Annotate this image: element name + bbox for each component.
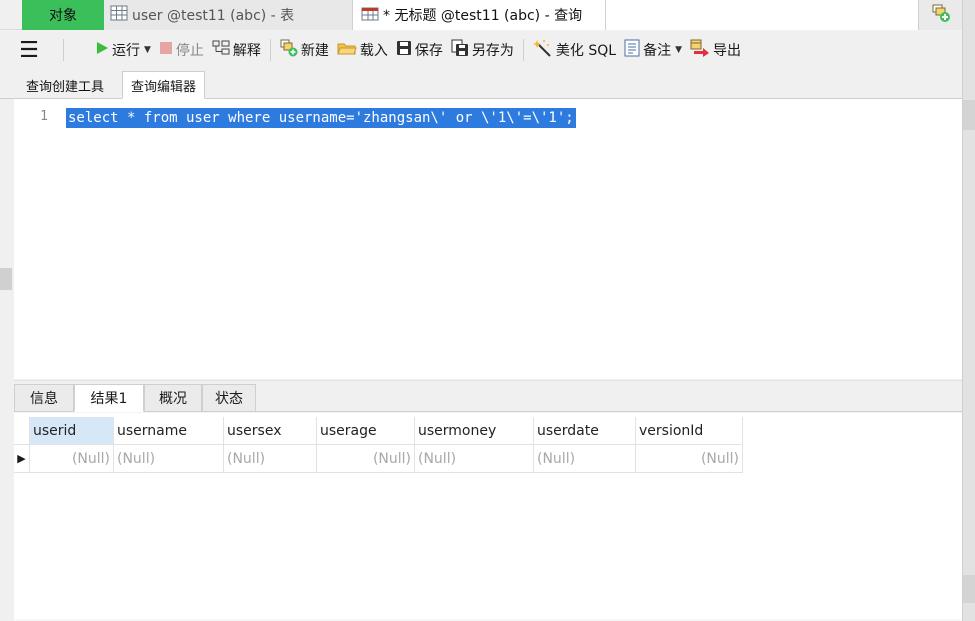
column-header-usermoney[interactable]: usermoney <box>415 417 534 445</box>
comment-button[interactable]: 备注 ▼ <box>620 35 686 65</box>
tab-info[interactable]: 信息 <box>14 384 74 412</box>
cell-username[interactable]: (Null) <box>114 445 224 473</box>
grid-header-row: userid username usersex userage usermone… <box>14 417 743 445</box>
cell-userid[interactable]: (Null) <box>30 445 114 473</box>
sql-code-line-selected[interactable]: select * from user where username='zhang… <box>66 108 576 128</box>
sql-editor[interactable]: 1 select * from user where username='zha… <box>14 99 962 379</box>
save-as-button[interactable]: 另存为 <box>447 35 518 65</box>
column-header-userid[interactable]: userid <box>30 417 114 445</box>
explain-tree-icon <box>212 40 230 60</box>
export-button[interactable]: 导出 <box>686 35 745 65</box>
tab-bar-empty-space <box>606 0 918 30</box>
new-query-tab-button[interactable] <box>918 0 962 30</box>
run-button[interactable]: 运行 ▼ <box>91 35 155 65</box>
new-query-button[interactable]: 新建 <box>276 35 333 65</box>
tab-result1-label: 结果1 <box>90 391 128 407</box>
save-disk-icon <box>396 40 412 60</box>
run-label: 运行 <box>112 43 140 59</box>
stop-label: 停止 <box>175 43 204 59</box>
hamburger-menu-button[interactable]: ☰ <box>0 35 58 65</box>
tab-query-builder-label: 查询创建工具 <box>26 79 105 95</box>
column-header-userdate[interactable]: userdate <box>534 417 636 445</box>
cell-usermoney[interactable]: (Null) <box>415 445 534 473</box>
left-panel-edge <box>0 99 14 621</box>
load-button[interactable]: 载入 <box>333 35 392 65</box>
save-as-label: 另存为 <box>471 43 514 59</box>
explain-label: 解释 <box>232 43 261 59</box>
load-label: 载入 <box>359 43 388 59</box>
cell-userdate[interactable]: (Null) <box>534 445 636 473</box>
magic-wand-icon <box>532 39 553 61</box>
column-header-versionid[interactable]: versionId <box>636 417 743 445</box>
tab-untitled-query[interactable]: * 无标题 @test11 (abc) - 查询 <box>352 0 606 30</box>
query-table-icon <box>361 5 379 25</box>
table-row[interactable]: ▶ (Null) (Null) (Null) (Null) (Null) (Nu… <box>14 445 743 473</box>
export-label: 导出 <box>713 43 741 59</box>
left-panel-splitter-handle[interactable] <box>0 268 12 290</box>
tab-user-table-label: user @test11 (abc) - 表 <box>132 8 295 24</box>
editor-mode-tabs: 查询创建工具 查询编辑器 <box>0 69 962 99</box>
column-header-userage[interactable]: userage <box>317 417 415 445</box>
save-button[interactable]: 保存 <box>392 35 447 65</box>
save-label: 保存 <box>414 43 443 59</box>
toolbar-divider <box>269 39 271 61</box>
document-tab-bar: 对象 user @test11 (abc) - 表 * 无标题 @test11 … <box>0 0 962 30</box>
tab-status-label: 状态 <box>215 391 243 407</box>
tab-info-label: 信息 <box>30 391 58 407</box>
comment-label: 备注 <box>643 43 672 59</box>
play-icon <box>95 41 109 59</box>
new-query-plus-icon <box>931 3 951 27</box>
cell-usersex[interactable]: (Null) <box>224 445 317 473</box>
column-header-usersex[interactable]: usersex <box>224 417 317 445</box>
result-tabs: 信息 结果1 概况 状态 <box>14 380 962 412</box>
line-number: 1 <box>40 109 48 124</box>
right-splitter-handle[interactable] <box>963 100 975 130</box>
line-number-gutter: 1 <box>14 99 66 379</box>
comment-dropdown-caret-icon[interactable]: ▼ <box>675 45 682 55</box>
result-grid: userid username usersex userage usermone… <box>14 417 743 473</box>
tab-overview-label: 概况 <box>159 391 187 407</box>
hamburger-icon: ☰ <box>19 37 39 63</box>
stop-button[interactable]: 停止 <box>155 35 208 65</box>
cell-userage[interactable]: (Null) <box>317 445 415 473</box>
query-toolbar: ☰ 运行 ▼ 停止 解释 新建 载入 保存 另存为 美化 SQL 备注 ▼ 导出 <box>0 31 962 69</box>
tab-objects-label: 对象 <box>49 8 77 24</box>
result-grid-area: userid username usersex userage usermone… <box>14 413 962 621</box>
tab-query-editor-label: 查询编辑器 <box>131 79 197 95</box>
tab-query-editor[interactable]: 查询编辑器 <box>122 71 206 99</box>
explain-button[interactable]: 解释 <box>208 35 265 65</box>
toolbar-divider <box>522 39 524 61</box>
tab-query-builder[interactable]: 查询创建工具 <box>22 71 108 99</box>
column-header-username[interactable]: username <box>114 417 224 445</box>
new-query-icon <box>280 39 298 61</box>
tab-user-table[interactable]: user @test11 (abc) - 表 <box>104 0 352 30</box>
right-side-panel-edge <box>962 0 975 621</box>
beautify-label: 美化 SQL <box>555 43 617 59</box>
export-icon <box>690 39 710 61</box>
tab-objects[interactable]: 对象 <box>22 0 104 30</box>
beautify-sql-button[interactable]: 美化 SQL <box>529 35 620 65</box>
tab-status[interactable]: 状态 <box>202 384 256 412</box>
run-dropdown-caret-icon[interactable]: ▼ <box>144 45 151 55</box>
row-header-corner <box>14 417 30 445</box>
comment-document-icon <box>624 39 640 61</box>
right-scroll-handle[interactable] <box>963 575 975 603</box>
current-row-marker-icon: ▶ <box>14 445 30 473</box>
tab-result1[interactable]: 结果1 <box>74 384 144 412</box>
save-as-disk-icon <box>451 39 469 61</box>
folder-open-icon <box>337 40 357 60</box>
tab-overview[interactable]: 概况 <box>144 384 202 412</box>
stop-square-icon <box>159 41 173 59</box>
cell-versionid[interactable]: (Null) <box>636 445 743 473</box>
new-label: 新建 <box>300 43 329 59</box>
table-grid-icon <box>110 5 128 25</box>
tab-untitled-query-label: * 无标题 @test11 (abc) - 查询 <box>383 8 583 24</box>
toolbar-divider <box>63 39 64 61</box>
